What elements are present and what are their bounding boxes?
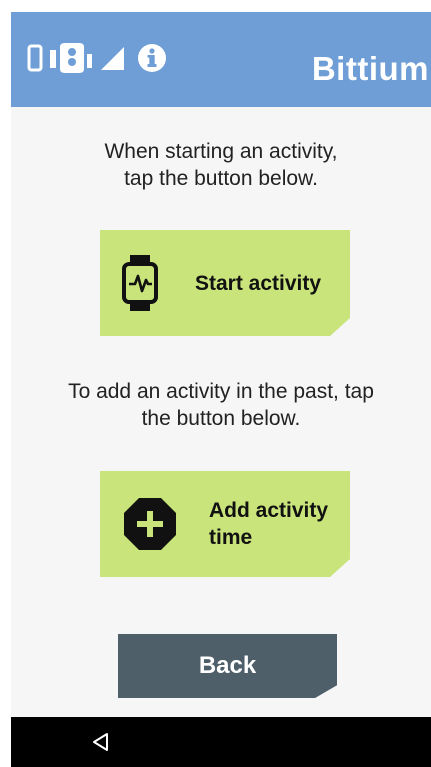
start-instruction-line2: tap the button below. (124, 167, 318, 190)
start-activity-button[interactable]: Start activity (100, 230, 350, 336)
add-icon (122, 496, 178, 552)
past-instruction-line1: To add an activity in the past, tap (68, 380, 374, 403)
info-icon[interactable] (137, 43, 167, 78)
past-instruction: To add an activity in the past, tap the … (11, 378, 431, 432)
status-icons (27, 42, 167, 78)
add-activity-time-label: Add activity time (209, 497, 328, 551)
app-screen: Bittium When starting an activity, tap t… (11, 12, 431, 767)
navigation-bar (11, 717, 431, 767)
back-button-label: Back (198, 652, 257, 679)
brand-logo: Bittium (311, 50, 429, 87)
add-activity-time-button[interactable]: Add activity time (100, 471, 350, 577)
add-activity-label-line2: time (209, 526, 253, 549)
past-instruction-line2: the button below. (141, 407, 301, 430)
sensor-icon (49, 41, 93, 80)
back-button[interactable]: Back (118, 634, 337, 698)
add-activity-label-line1: Add activity (209, 499, 329, 522)
phone-icon (27, 44, 43, 77)
nav-back-icon[interactable] (91, 732, 111, 752)
start-instruction-line1: When starting an activity, (104, 140, 338, 163)
signal-icon (99, 45, 125, 76)
status-bar: Bittium (11, 12, 431, 107)
heart-watch-icon (121, 254, 159, 312)
start-instruction: When starting an activity, tap the butto… (11, 138, 431, 192)
start-activity-label: Start activity (195, 271, 322, 295)
